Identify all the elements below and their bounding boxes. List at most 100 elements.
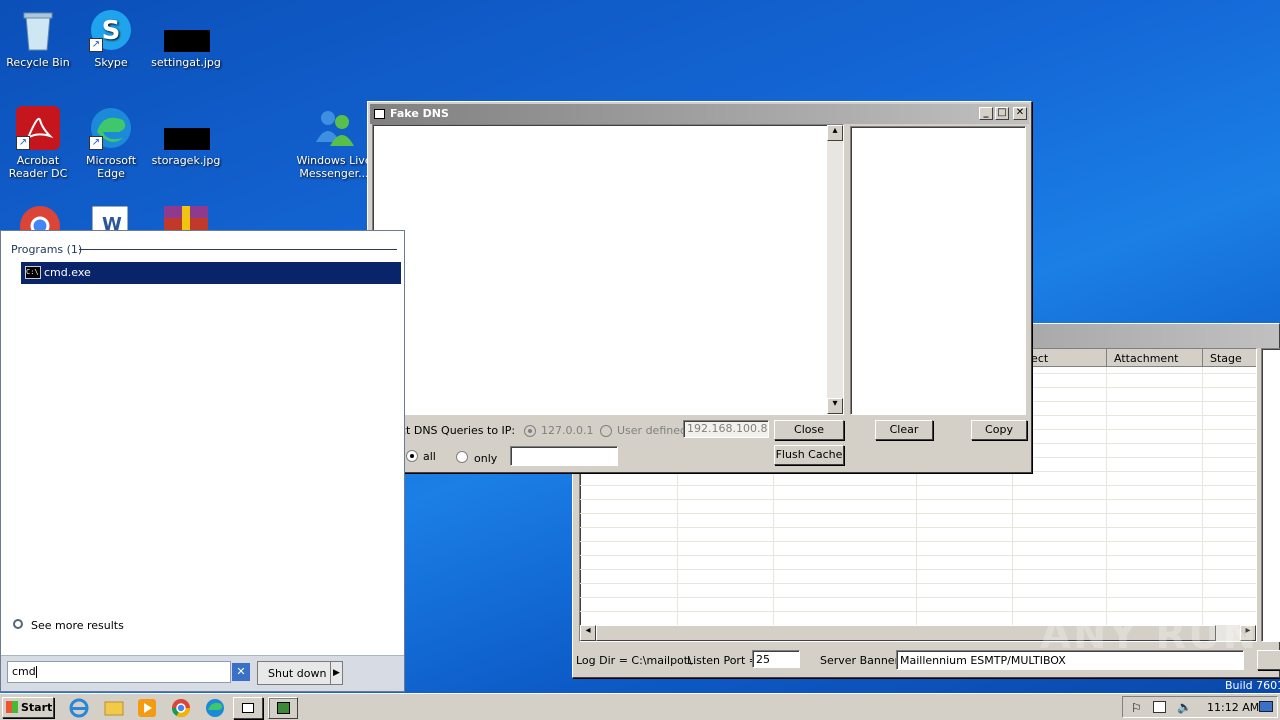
- search-icon: [13, 619, 23, 629]
- radio-only[interactable]: [456, 451, 468, 463]
- search-result-cmd[interactable]: C:\ cmd.exe: [21, 262, 401, 284]
- ip-input[interactable]: 192.168.100.8: [683, 420, 769, 438]
- programs-divider: [79, 249, 397, 250]
- copy-button[interactable]: Copy: [971, 420, 1027, 440]
- explorer-folder-icon[interactable]: [103, 697, 125, 719]
- window-title: Fake DNS: [390, 107, 449, 120]
- close-button[interactable]: Close: [774, 420, 844, 440]
- fake-dns-window: Fake DNS _ □ ✕ ▴ ▾ ct DNS Queries to IP:…: [367, 101, 1032, 473]
- window-icon: [374, 109, 385, 119]
- desktop-icon-acrobat[interactable]: ↗ Acrobat Reader DC: [0, 106, 76, 180]
- log-dir-label: Log Dir = C:\mailpot\: [576, 654, 692, 667]
- radio-all-label: all: [423, 450, 436, 463]
- column-header-attachment[interactable]: Attachment: [1114, 352, 1179, 365]
- search-input[interactable]: cmd: [7, 661, 231, 683]
- desktop-icon-label: storagek.jpg: [151, 154, 221, 167]
- fake-dns-titlebar: Fake DNS _ □ ✕: [370, 104, 1029, 124]
- desktop-icon-label: settingat.jpg: [151, 56, 221, 69]
- listen-port-label: Listen Port =: [687, 654, 758, 667]
- column-header-stage[interactable]: Stage: [1210, 352, 1242, 365]
- clock[interactable]: 11:12 AM: [1207, 701, 1259, 714]
- shutdown-label: Shut down: [268, 667, 327, 680]
- clear-search-icon[interactable]: ✕: [232, 663, 250, 681]
- scroll-up-icon[interactable]: ▴: [827, 125, 843, 141]
- scroll-left-icon[interactable]: ◂: [580, 625, 596, 641]
- messenger-icon: [312, 106, 356, 150]
- only-input[interactable]: [510, 446, 618, 466]
- cmd-icon: C:\: [25, 266, 41, 279]
- internet-explorer-icon[interactable]: [68, 697, 90, 719]
- chrome-icon[interactable]: [170, 697, 192, 719]
- shutdown-arrow-icon[interactable]: ▶: [330, 662, 342, 684]
- dns-query-log[interactable]: ▴ ▾: [372, 124, 844, 415]
- volume-icon[interactable]: 🔈: [1177, 700, 1192, 714]
- close-window-button[interactable]: ✕: [1013, 107, 1027, 120]
- desktop-icon-edge[interactable]: ↗ Microsoft Edge: [73, 106, 149, 180]
- search-input-value: cmd: [12, 665, 36, 678]
- server-banner-label: Server Banner: [820, 654, 900, 667]
- taskbar: Start ⚐ 🔈 11:12 AM: [0, 693, 1280, 720]
- redirect-label: ct DNS Queries to IP:: [400, 424, 516, 437]
- radio-user-defined-label: User defined: [617, 424, 687, 437]
- mailpot-side-panel: [1261, 348, 1280, 642]
- desktop-icon-label: Windows Live Messenger...: [296, 154, 372, 180]
- desktop-icon-messenger[interactable]: Windows Live Messenger...: [296, 106, 372, 180]
- see-more-results-link[interactable]: See more results: [11, 617, 131, 635]
- radio-localhost[interactable]: [524, 425, 536, 437]
- desktop-icon-label: Microsoft Edge: [85, 154, 137, 180]
- word-partial-icon: W: [88, 204, 132, 230]
- edge-taskbar-icon[interactable]: [204, 697, 226, 719]
- start-button[interactable]: Start: [2, 697, 54, 718]
- listen-port-input[interactable]: 25: [752, 650, 800, 668]
- desktop-icon-storagek[interactable]: storagek.jpg: [148, 106, 224, 167]
- start-label: Start: [21, 701, 53, 714]
- programs-header: Programs (1): [11, 243, 83, 256]
- start-menu-bottom: cmd ✕ Shut down ▶: [1, 655, 404, 691]
- media-player-icon[interactable]: [136, 697, 158, 719]
- winrar-partial-icon: [162, 204, 210, 230]
- build-label: Build 7601: [1225, 679, 1280, 692]
- desktop-icon-label: Skype: [94, 56, 128, 69]
- start-menu: Programs (1) C:\ cmd.exe See more result…: [0, 230, 405, 692]
- svg-text:S: S: [102, 16, 121, 46]
- window-app-icon: [242, 703, 254, 713]
- desktop-icon-settingat[interactable]: settingat.jpg: [148, 8, 224, 69]
- svg-text:W: W: [102, 214, 122, 230]
- chrome-partial-icon: [18, 204, 62, 230]
- windows-logo-icon: [6, 701, 18, 713]
- image-file-icon: [164, 8, 210, 52]
- minimize-button[interactable]: _: [979, 107, 993, 120]
- taskbar-mailpot[interactable]: [268, 697, 298, 719]
- image-file-icon: [164, 106, 210, 150]
- radio-only-label: only: [474, 452, 498, 465]
- shutdown-button[interactable]: Shut down ▶: [257, 661, 343, 685]
- desktop-icon-recycle-bin[interactable]: Recycle Bin: [0, 8, 76, 69]
- network-app-icon: [277, 702, 290, 714]
- text-cursor: [35, 666, 37, 678]
- system-tray: ⚐ 🔈 11:12 AM: [1122, 696, 1278, 718]
- flush-cache-button[interactable]: Flush Cache: [774, 445, 844, 465]
- radio-all[interactable]: [406, 450, 418, 462]
- show-desktop-icon[interactable]: [1259, 701, 1273, 712]
- skype-icon: S ↗: [89, 8, 133, 52]
- flag-icon[interactable]: ⚐: [1131, 701, 1142, 715]
- clear-button[interactable]: Clear: [875, 420, 933, 440]
- see-more-label: See more results: [31, 619, 124, 632]
- search-result-label: cmd.exe: [44, 266, 91, 279]
- anyrun-watermark: ANY RUN: [1040, 612, 1259, 658]
- maximize-button[interactable]: □: [995, 107, 1009, 120]
- vertical-scrollbar[interactable]: ▴ ▾: [827, 125, 843, 414]
- recycle-bin-icon: [16, 8, 60, 52]
- taskbar-fake-dns[interactable]: [233, 697, 263, 719]
- desktop-icon-skype[interactable]: S ↗ Skype: [73, 8, 149, 69]
- acrobat-icon: ↗: [16, 106, 60, 150]
- radio-user-defined[interactable]: [600, 425, 612, 437]
- scroll-down-icon[interactable]: ▾: [827, 398, 843, 414]
- mailpot-side-button[interactable]: [1257, 650, 1280, 670]
- edge-icon: ↗: [89, 106, 133, 150]
- dns-side-list[interactable]: [850, 126, 1026, 415]
- desktop-icon-label: Recycle Bin: [6, 56, 70, 69]
- desktop-icon-label: Acrobat Reader DC: [8, 154, 68, 180]
- network-icon[interactable]: [1153, 701, 1166, 713]
- radio-localhost-label: 127.0.0.1: [541, 424, 594, 437]
